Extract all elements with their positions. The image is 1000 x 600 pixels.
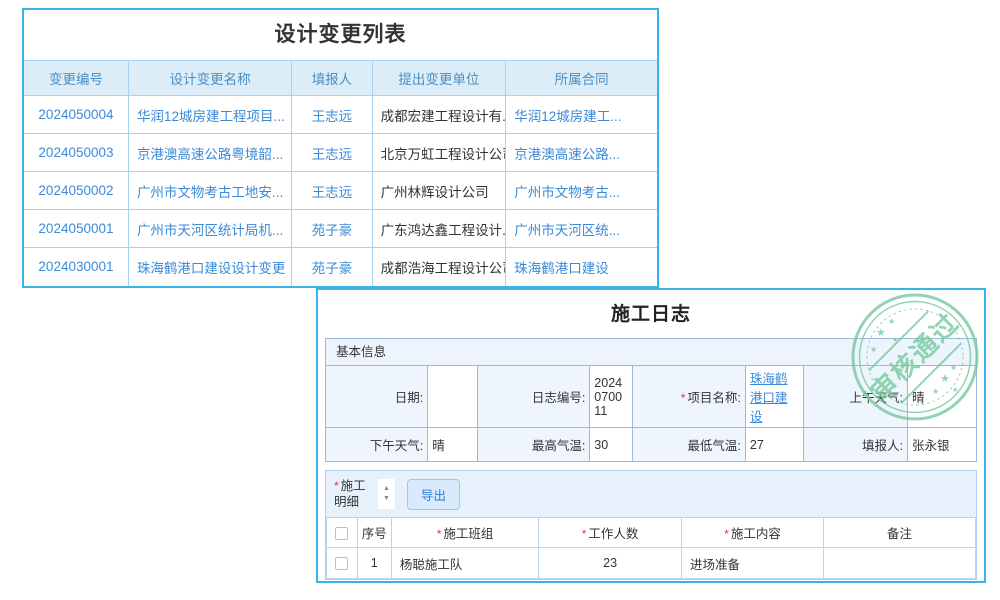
date-label: 日期:	[326, 366, 428, 428]
col-header-change-id: 变更编号	[24, 61, 128, 96]
construction-log-panel: 施工日志 基本信息 日期: 日志编号: 2024070011 *项目名称: 珠海…	[316, 288, 986, 583]
design-change-list-panel: 设计变更列表 变更编号 设计变更名称 填报人 提出变更单位 所属合同 20240…	[22, 8, 659, 288]
max-temp-value: 30	[590, 428, 632, 462]
detail-header-row: 序号 *施工班组 *工作人数 *施工内容 备注	[327, 518, 976, 548]
row-checkbox[interactable]	[335, 557, 348, 570]
design-change-header-row: 变更编号 设计变更名称 填报人 提出变更单位 所属合同	[24, 61, 657, 96]
row-workers: 23	[539, 548, 682, 579]
col-header-content-text: 施工内容	[731, 527, 781, 541]
required-mark: *	[334, 479, 339, 493]
detail-row: 1 杨聪施工队 23 进场准备	[327, 548, 976, 579]
contract-link[interactable]: 京港澳高速公路...	[506, 134, 657, 172]
log-no-value: 2024070011	[590, 366, 632, 428]
reporter-text: 王志远	[292, 96, 372, 134]
col-header-unit: 提出变更单位	[372, 61, 506, 96]
min-temp-label: 最低气温:	[632, 428, 745, 462]
date-value[interactable]	[428, 366, 478, 428]
reporter-text: 苑子豪	[292, 210, 372, 248]
form-row: 下午天气: 晴 最高气温: 30 最低气温: 27 填报人: 张永银	[326, 428, 977, 462]
am-weather-label: 上午天气:	[803, 366, 907, 428]
contract-link[interactable]: 华润12城房建工...	[506, 96, 657, 134]
construction-log-title: 施工日志	[325, 290, 977, 338]
reporter-label: 填报人:	[803, 428, 907, 462]
required-mark: *	[724, 527, 729, 541]
col-header-change-name: 设计变更名称	[128, 61, 291, 96]
pm-weather-value: 晴	[428, 428, 478, 462]
unit-text: 广东鸿达鑫工程设计...	[372, 210, 506, 248]
row-select-cell	[327, 548, 358, 579]
col-header-workers-text: 工作人数	[588, 527, 638, 541]
construction-detail-label: *施工明细	[334, 478, 372, 511]
construction-detail-table: 序号 *施工班组 *工作人数 *施工内容 备注 1 杨聪施工队 23 进场准备	[326, 517, 976, 579]
basic-info-section-header: 基本信息	[325, 338, 977, 365]
change-id-link[interactable]: 2024050004	[24, 96, 128, 134]
required-mark: *	[582, 527, 587, 541]
col-header-content: *施工内容	[681, 518, 823, 548]
reporter-text: 王志远	[292, 134, 372, 172]
reporter-value: 张永银	[907, 428, 976, 462]
table-row: 2024050002 广州市文物考古工地安... 王志远 广州林辉设计公司 广州…	[24, 172, 657, 210]
project-name-label-text: 项目名称:	[687, 391, 740, 405]
unit-text: 北京万虹工程设计公司	[372, 134, 506, 172]
construction-detail-section: *施工明细 ▲ ▼ 导出 序号 *施工班组 *工作人数 *施工内容 备注	[325, 470, 977, 580]
select-all-cell	[327, 518, 358, 548]
required-mark: *	[681, 391, 686, 405]
construction-detail-toolbar: *施工明细 ▲ ▼ 导出	[326, 471, 976, 517]
unit-text: 广州林辉设计公司	[372, 172, 506, 210]
row-content: 进场准备	[681, 548, 823, 579]
change-id-link[interactable]: 2024030001	[24, 248, 128, 286]
row-no: 1	[357, 548, 391, 579]
change-id-link[interactable]: 2024050002	[24, 172, 128, 210]
am-weather-value: 晴	[907, 366, 976, 428]
col-header-team-text: 施工班组	[443, 527, 493, 541]
col-header-contract: 所属合同	[506, 61, 657, 96]
project-name-cell: 珠海鹤港口建设	[745, 366, 803, 428]
contract-link[interactable]: 珠海鹤港口建设	[506, 248, 657, 286]
change-id-link[interactable]: 2024050003	[24, 134, 128, 172]
change-id-link[interactable]: 2024050001	[24, 210, 128, 248]
pm-weather-label: 下午天气:	[326, 428, 428, 462]
table-row: 2024050004 华润12城房建工程项目... 王志远 成都宏建工程设计有.…	[24, 96, 657, 134]
contract-link[interactable]: 广州市文物考古...	[506, 172, 657, 210]
detail-spinner: ▲ ▼	[378, 479, 395, 509]
change-name-link[interactable]: 广州市天河区统计局机...	[128, 210, 291, 248]
unit-text: 成都宏建工程设计有...	[372, 96, 506, 134]
log-no-label: 日志编号:	[478, 366, 590, 428]
table-row: 2024050001 广州市天河区统计局机... 苑子豪 广东鸿达鑫工程设计..…	[24, 210, 657, 248]
col-header-team: *施工班组	[391, 518, 538, 548]
table-row: 2024050003 京港澳高速公路粤境韶... 王志远 北京万虹工程设计公司 …	[24, 134, 657, 172]
reporter-text: 王志远	[292, 172, 372, 210]
required-mark: *	[437, 527, 442, 541]
spinner-down-icon[interactable]: ▼	[383, 494, 390, 504]
col-header-reporter: 填报人	[292, 61, 372, 96]
reporter-text: 苑子豪	[292, 248, 372, 286]
basic-info-form: 日期: 日志编号: 2024070011 *项目名称: 珠海鹤港口建设 上午天气…	[325, 365, 977, 462]
table-row: 2024030001 珠海鹤港口建设设计变更 苑子豪 成都浩海工程设计公司 珠海…	[24, 248, 657, 286]
row-team: 杨聪施工队	[391, 548, 538, 579]
design-change-table: 变更编号 设计变更名称 填报人 提出变更单位 所属合同 2024050004 华…	[24, 60, 657, 286]
col-header-workers: *工作人数	[539, 518, 682, 548]
spinner-up-icon[interactable]: ▲	[383, 484, 390, 494]
unit-text: 成都浩海工程设计公司	[372, 248, 506, 286]
row-remark	[824, 548, 976, 579]
project-name-link[interactable]: 珠海鹤港口建设	[750, 372, 788, 424]
select-all-checkbox[interactable]	[335, 527, 348, 540]
change-name-link[interactable]: 华润12城房建工程项目...	[128, 96, 291, 134]
col-header-remark: 备注	[824, 518, 976, 548]
change-name-link[interactable]: 珠海鹤港口建设设计变更	[128, 248, 291, 286]
change-name-link[interactable]: 京港澳高速公路粤境韶...	[128, 134, 291, 172]
min-temp-value: 27	[745, 428, 803, 462]
form-row: 日期: 日志编号: 2024070011 *项目名称: 珠海鹤港口建设 上午天气…	[326, 366, 977, 428]
contract-link[interactable]: 广州市天河区统...	[506, 210, 657, 248]
max-temp-label: 最高气温:	[478, 428, 590, 462]
export-button[interactable]: 导出	[407, 479, 460, 510]
change-name-link[interactable]: 广州市文物考古工地安...	[128, 172, 291, 210]
design-change-list-title: 设计变更列表	[24, 10, 657, 60]
col-header-no: 序号	[357, 518, 391, 548]
project-name-label: *项目名称:	[632, 366, 745, 428]
